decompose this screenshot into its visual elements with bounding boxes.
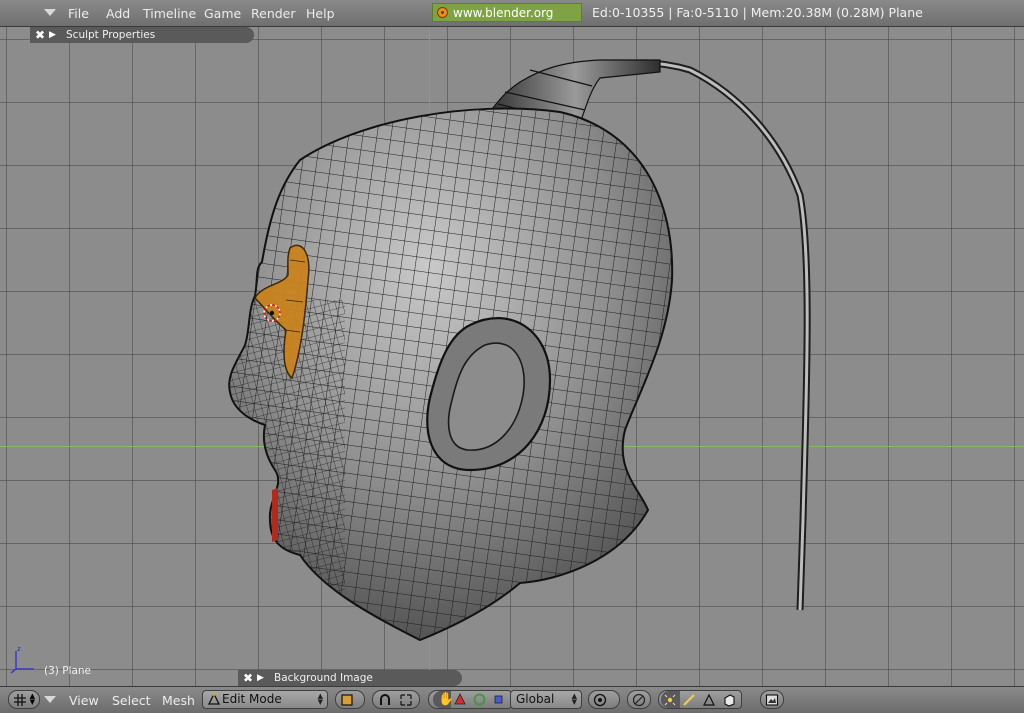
scene-stats: Ed:0-10355 | Fa:0-5110 | Mem:20.38M (0.2… — [592, 5, 923, 20]
translate-icon[interactable] — [454, 693, 467, 706]
blender-version-badge[interactable]: www.blender.org 249.2 — [432, 3, 582, 39]
image-icon — [765, 694, 779, 706]
orientation-dropdown-value: Global — [516, 692, 555, 706]
face-select-icon[interactable] — [702, 693, 716, 707]
edit-mode-icon — [208, 693, 220, 705]
menu-file[interactable]: File — [68, 6, 89, 21]
manipulator-group[interactable]: ✋ — [428, 690, 512, 709]
background-image-panel[interactable]: ✖ ▶ Background Image — [238, 670, 462, 686]
occlude-geometry-icon — [632, 693, 646, 707]
edge-select-icon[interactable] — [682, 693, 696, 707]
orientation-dropdown[interactable]: Global ▲ ▼ — [510, 690, 582, 709]
editor-type-selector[interactable]: ▲ ▼ — [8, 690, 40, 709]
pivot-group[interactable] — [372, 690, 420, 709]
grid-view-icon — [14, 694, 26, 706]
top-header: File Add Timeline Game Render Help www.b… — [0, 0, 1024, 39]
limit-selection-visible-icon[interactable] — [722, 693, 736, 707]
menu-add[interactable]: Add — [106, 6, 130, 21]
mode-dropdown[interactable]: Edit Mode ▲ ▼ — [202, 690, 328, 709]
header-collapse-arrow-icon[interactable] — [44, 9, 56, 16]
menu-timeline[interactable]: Timeline — [143, 6, 196, 21]
menu-view[interactable]: View — [69, 693, 99, 708]
head-mesh-model[interactable] — [0, 27, 1024, 686]
panel-expand-icon[interactable]: ▶ — [49, 27, 56, 43]
menu-help[interactable]: Help — [306, 6, 335, 21]
select-mode-group[interactable] — [658, 690, 742, 709]
axis-gizmo-icon: z — [10, 645, 34, 674]
blender-logo-icon — [437, 7, 448, 18]
panel-close-icon[interactable]: ✖ — [35, 27, 45, 43]
3d-viewport[interactable]: ✖ ▶ Sculpt Properties ✖ ▶ Background Ima… — [0, 27, 1024, 686]
sculpt-properties-panel[interactable]: ✖ ▶ Sculpt Properties — [30, 27, 254, 43]
draw-type-selector[interactable] — [335, 690, 365, 709]
menu-select[interactable]: Select — [112, 693, 151, 708]
svg-text:z: z — [17, 645, 21, 653]
magnet-icon — [380, 694, 390, 705]
panel-close-icon[interactable]: ✖ — [243, 670, 253, 686]
occlude-geometry-button[interactable] — [627, 690, 651, 709]
proportional-edit-icon — [593, 693, 607, 707]
mode-dropdown-value: Edit Mode — [222, 692, 282, 706]
viewport-header: ▲ ▼ View Select Mesh Edit Mode ▲ ▼ ✋ Glo… — [0, 686, 1024, 713]
vertex-select-icon[interactable] — [663, 693, 677, 707]
proportional-edit-selector[interactable] — [588, 690, 620, 709]
menu-render[interactable]: Render — [251, 6, 296, 21]
active-object-label: (3) Plane — [44, 665, 92, 677]
hand-glyph-icon: ✋ — [438, 692, 455, 707]
shading-cube-icon — [341, 694, 353, 706]
rotate-icon[interactable] — [473, 693, 486, 706]
panel-expand-icon[interactable]: ▶ — [257, 670, 264, 686]
pivot-icon — [400, 694, 412, 706]
render-preview-button[interactable] — [760, 690, 784, 709]
menu-game[interactable]: Game — [204, 6, 241, 21]
menu-mesh[interactable]: Mesh — [162, 693, 195, 708]
sculpt-properties-label: Sculpt Properties — [66, 29, 156, 41]
background-image-label: Background Image — [274, 672, 373, 684]
header-collapse-arrow-icon[interactable] — [44, 696, 56, 703]
scale-icon[interactable] — [492, 693, 505, 706]
